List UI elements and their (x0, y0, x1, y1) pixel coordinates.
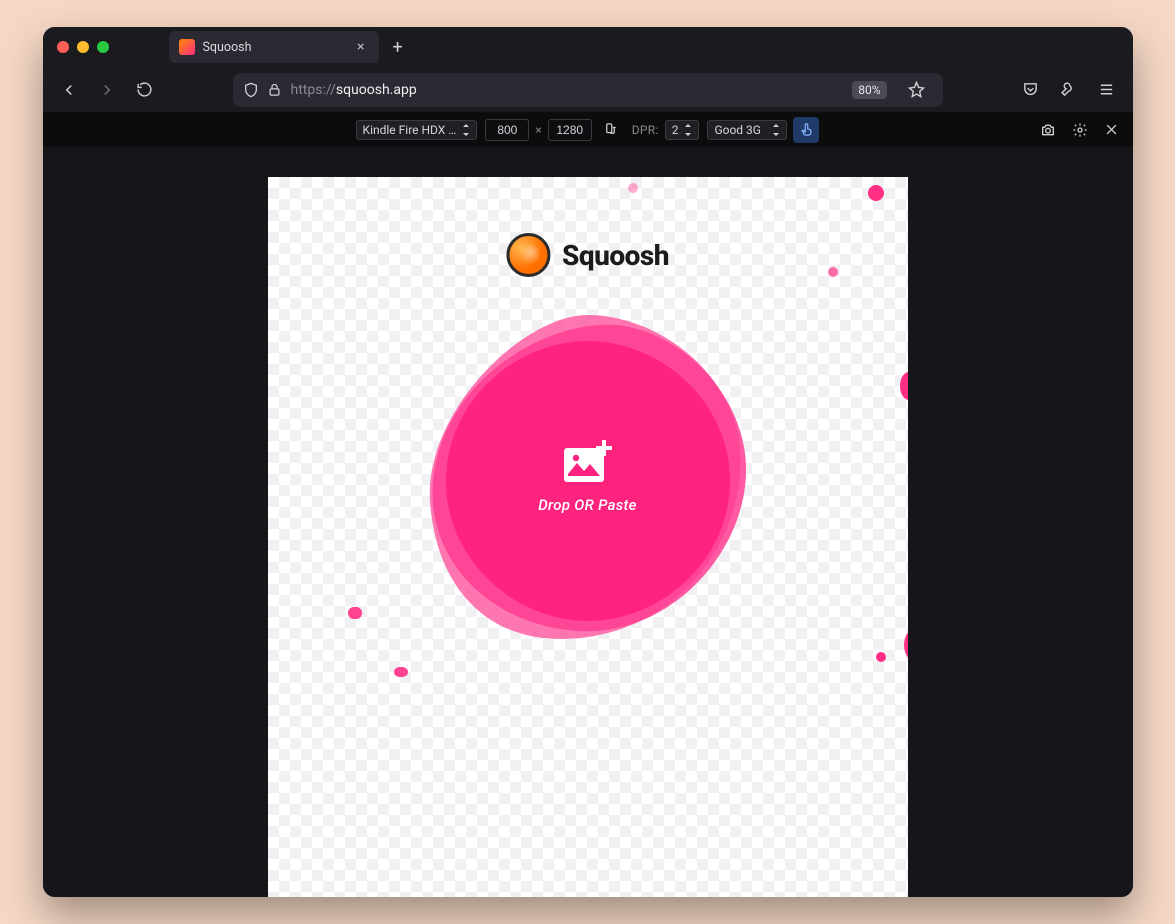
gear-icon (1072, 122, 1088, 138)
responsive-device-bar: Kindle Fire HDX … × DPR: 2 (43, 113, 1133, 147)
browser-tab[interactable]: Squoosh × (169, 31, 379, 63)
decor-blob (394, 667, 408, 677)
pocket-icon (1022, 81, 1039, 98)
rdm-close-button[interactable] (1099, 117, 1125, 143)
reload-button[interactable] (129, 74, 161, 106)
tab-title: Squoosh (203, 40, 346, 55)
dimension-separator: × (535, 123, 541, 137)
devtools-button[interactable] (1053, 74, 1085, 106)
tab-strip: Squoosh × + (43, 27, 1133, 67)
url-text: https://squoosh.app (291, 82, 839, 98)
close-icon (1104, 122, 1119, 137)
window-controls (57, 41, 109, 53)
bookmark-button[interactable] (901, 74, 933, 106)
drop-instruction-text: Drop OR Paste (538, 496, 637, 514)
updown-caret-icon (462, 124, 470, 136)
decor-blob (628, 183, 638, 193)
touch-icon (799, 122, 814, 137)
lock-icon[interactable] (267, 82, 283, 98)
app-menu-button[interactable] (1091, 74, 1123, 106)
star-icon (908, 81, 925, 98)
viewport-width-input[interactable] (485, 119, 529, 141)
drop-paste-target[interactable]: Drop OR Paste (408, 297, 768, 657)
window-zoom-button[interactable] (97, 41, 109, 53)
forward-button[interactable] (91, 74, 123, 106)
touch-simulation-toggle[interactable] (793, 117, 819, 143)
pocket-button[interactable] (1015, 74, 1047, 106)
reload-icon (136, 81, 153, 98)
screenshot-button[interactable] (1035, 117, 1061, 143)
dpr-select[interactable]: 2 (665, 120, 700, 140)
tab-close-button[interactable]: × (353, 38, 368, 56)
decor-blob (828, 267, 838, 277)
viewport-height-input[interactable] (548, 119, 592, 141)
simulated-device-viewport[interactable]: Squoosh (268, 177, 908, 897)
logo-wordmark: Squoosh (562, 239, 669, 272)
new-tab-button[interactable]: + (393, 37, 403, 58)
address-bar[interactable]: https://squoosh.app 80% (233, 73, 943, 107)
window-close-button[interactable] (57, 41, 69, 53)
rotate-button[interactable] (598, 117, 624, 143)
tab-favicon (179, 39, 195, 55)
decor-blob (348, 607, 362, 619)
browser-window: Squoosh × + https://squoosh.app 80% (43, 27, 1133, 897)
wrench-icon (1060, 81, 1077, 98)
updown-caret-icon (772, 124, 780, 136)
arrow-right-icon (98, 81, 116, 99)
shield-icon[interactable] (243, 82, 259, 98)
updown-caret-icon (684, 124, 692, 136)
back-button[interactable] (53, 74, 85, 106)
nav-toolbar: https://squoosh.app 80% (43, 67, 1133, 113)
decor-blob (876, 652, 886, 662)
decor-blob (868, 185, 884, 201)
rdm-viewport-area: Squoosh (43, 147, 1133, 897)
logo-mark (506, 233, 550, 277)
window-minimize-button[interactable] (77, 41, 89, 53)
rdm-settings-button[interactable] (1067, 117, 1093, 143)
camera-icon (1040, 122, 1056, 138)
zoom-badge[interactable]: 80% (852, 81, 886, 99)
app-logo: Squoosh (506, 233, 669, 277)
hamburger-icon (1098, 81, 1115, 98)
rotate-icon (603, 122, 618, 137)
arrow-left-icon (60, 81, 78, 99)
dpr-label: DPR: (632, 123, 659, 137)
device-select[interactable]: Kindle Fire HDX … (356, 120, 478, 140)
drop-center: Drop OR Paste (408, 297, 768, 657)
throttle-select[interactable]: Good 3G (707, 120, 787, 140)
image-add-icon (562, 440, 614, 486)
